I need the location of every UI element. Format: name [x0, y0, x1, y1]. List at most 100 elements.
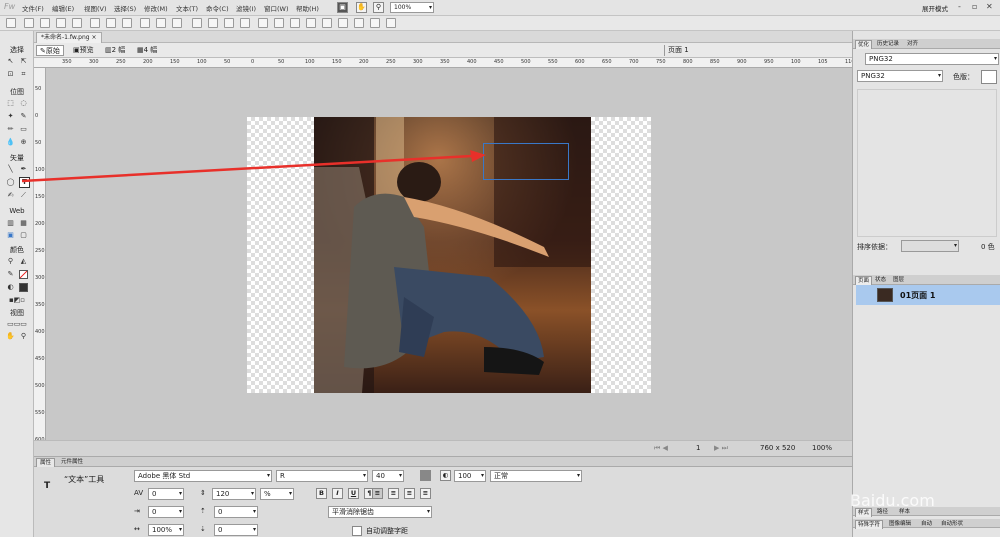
crop-icon[interactable]: ⌗ [19, 70, 28, 79]
export-format-select[interactable]: PNG32 ▾ [857, 70, 943, 82]
eraser-icon[interactable]: ▭ [19, 125, 28, 134]
font-size-field[interactable]: 40 ▾ [372, 470, 404, 482]
import-icon[interactable] [72, 18, 82, 28]
menu-help[interactable]: 帮助(H) [296, 3, 319, 13]
stroke-swatch[interactable] [19, 270, 28, 279]
arrange-back-icon[interactable] [338, 18, 348, 28]
fill-color-icon[interactable]: ◐ [6, 283, 15, 292]
zoom-icon[interactable]: ⚲ [373, 2, 384, 13]
split-icon[interactable] [240, 18, 250, 28]
ellipse-icon[interactable]: ◯ [6, 178, 15, 187]
screen-modes-icon[interactable]: ▭▭▭ [4, 320, 30, 329]
align-center-icon[interactable]: ≡ [388, 488, 399, 499]
space-before-field[interactable]: 0 ▾ [214, 506, 258, 518]
knife-icon[interactable]: ⟋ [19, 191, 28, 200]
line-icon[interactable]: ╲ [6, 165, 15, 174]
tab-properties[interactable]: 属性 [36, 458, 56, 467]
document-tab[interactable]: *未命名-1.fw.png × [36, 32, 102, 43]
align-justify-icon[interactable]: ≡ [420, 488, 431, 499]
pencil-icon[interactable]: ✏ [6, 125, 15, 134]
save-icon[interactable] [56, 18, 66, 28]
close-button[interactable]: ✕ [986, 2, 993, 11]
pointer-icon[interactable]: ↖ [6, 57, 15, 66]
space-after-field[interactable]: 0 ▾ [214, 524, 258, 536]
new-icon[interactable] [24, 18, 34, 28]
view-tab-preview[interactable]: ▣预览 [70, 45, 97, 56]
menu-text[interactable]: 文本(T) [176, 3, 198, 13]
font-family-select[interactable]: Adobe 黑体 Std ▾ [134, 470, 272, 482]
color-defaults-icon[interactable]: ▪◩▫ [4, 296, 30, 305]
paste-icon[interactable] [172, 18, 182, 28]
stroke-color-icon[interactable]: ✎ [6, 270, 15, 279]
view-tab-2up[interactable]: ▥2 幅 [102, 45, 128, 56]
tab-history[interactable]: 历史记录 [875, 40, 901, 48]
arrange-front-icon[interactable] [322, 18, 332, 28]
slice-icon[interactable]: ▦ [19, 219, 28, 228]
page-selector[interactable]: 页面 1 [664, 45, 692, 56]
zoom-select[interactable]: 100% ▾ [390, 2, 434, 13]
new-file-icon[interactable] [6, 18, 16, 28]
send-backward-icon[interactable] [370, 18, 380, 28]
menu-modify[interactable]: 修改(M) [144, 3, 168, 13]
lasso-icon[interactable]: ◌ [19, 99, 28, 108]
hide-slices-icon[interactable]: ▣ [6, 231, 15, 240]
sort-select[interactable]: ▾ [901, 240, 959, 252]
tab-states[interactable]: 状态 [873, 276, 888, 284]
text-color-swatch[interactable] [420, 470, 431, 481]
leading-field[interactable]: 120 ▾ [212, 488, 256, 500]
ungroup-icon[interactable] [208, 18, 218, 28]
status-zoom[interactable]: 100% [812, 444, 832, 452]
indent-field[interactable]: 0 ▾ [148, 506, 184, 518]
tab-auto-shapes[interactable]: 自动形状 [939, 520, 965, 528]
menu-window[interactable]: 窗口(W) [264, 3, 289, 13]
brush-icon[interactable]: ✎ [19, 112, 28, 121]
scale-icon[interactable]: ⊡ [6, 70, 15, 79]
view-hand-icon[interactable]: ✋ [6, 332, 15, 341]
rotate-icon[interactable] [290, 18, 300, 28]
view-zoom-icon[interactable]: ⚲ [19, 332, 28, 341]
show-slices-icon[interactable]: ▢ [19, 231, 28, 240]
print-icon[interactable] [90, 18, 100, 28]
kerning-field[interactable]: 0 ▾ [148, 488, 184, 500]
canvas-size[interactable]: 760 x 520 [760, 444, 795, 452]
font-style-select[interactable]: R ▾ [276, 470, 368, 482]
view-tab-4up[interactable]: ▦4 幅 [134, 45, 160, 56]
menu-select[interactable]: 选择(S) [114, 3, 136, 13]
distribute-icon[interactable] [274, 18, 284, 28]
text-selection-box[interactable] [483, 143, 569, 180]
first-frame-icon[interactable]: ⏮ ◀ [654, 444, 668, 453]
palette-swatch[interactable] [981, 70, 997, 84]
menu-filter[interactable]: 滤镜(I) [236, 3, 256, 13]
blend-mode-select[interactable]: 正常 ▾ [490, 470, 582, 482]
group-icon[interactable] [192, 18, 202, 28]
tab-symbol-properties[interactable]: 元件属性 [58, 458, 86, 466]
maximize-button[interactable]: ▫ [972, 2, 977, 11]
align-left-icon[interactable]: ≡ [372, 488, 383, 499]
menu-edit[interactable]: 编辑(E) [52, 3, 74, 13]
marquee-icon[interactable]: ⬚ [6, 99, 15, 108]
copy-icon[interactable] [156, 18, 166, 28]
align-right-icon[interactable]: ≡ [404, 488, 415, 499]
combine-icon[interactable] [224, 18, 234, 28]
menu-view[interactable]: 视图(V) [84, 3, 107, 13]
canvas-area[interactable] [46, 68, 852, 440]
fill-swatch[interactable] [19, 283, 28, 292]
horizontal-scale-field[interactable]: 100% ▾ [148, 524, 184, 536]
view-tab-original[interactable]: ✎原始 [36, 45, 64, 56]
tab-auto[interactable]: 自动 [919, 520, 934, 528]
export-preset-select[interactable]: PNG32 ▾ [865, 53, 999, 65]
tab-close-icon[interactable]: × [92, 34, 97, 41]
open-icon[interactable] [40, 18, 50, 28]
stamp-icon[interactable]: ⊕ [19, 138, 28, 147]
flip-icon[interactable] [306, 18, 316, 28]
italic-button[interactable]: I [332, 488, 343, 499]
pen-icon[interactable]: ✒ [19, 165, 28, 174]
align-icon[interactable] [258, 18, 268, 28]
paint-bucket-icon[interactable]: ◭ [19, 257, 28, 266]
redo-icon[interactable] [122, 18, 132, 28]
hand-icon[interactable]: ✋ [356, 2, 367, 13]
minimize-button[interactable]: - [958, 2, 961, 11]
screen-mode-icon[interactable]: ▣ [337, 2, 348, 13]
next-frame-icon[interactable]: ▶ ⏭ [714, 444, 728, 453]
leading-unit-select[interactable]: % ▾ [260, 488, 294, 500]
